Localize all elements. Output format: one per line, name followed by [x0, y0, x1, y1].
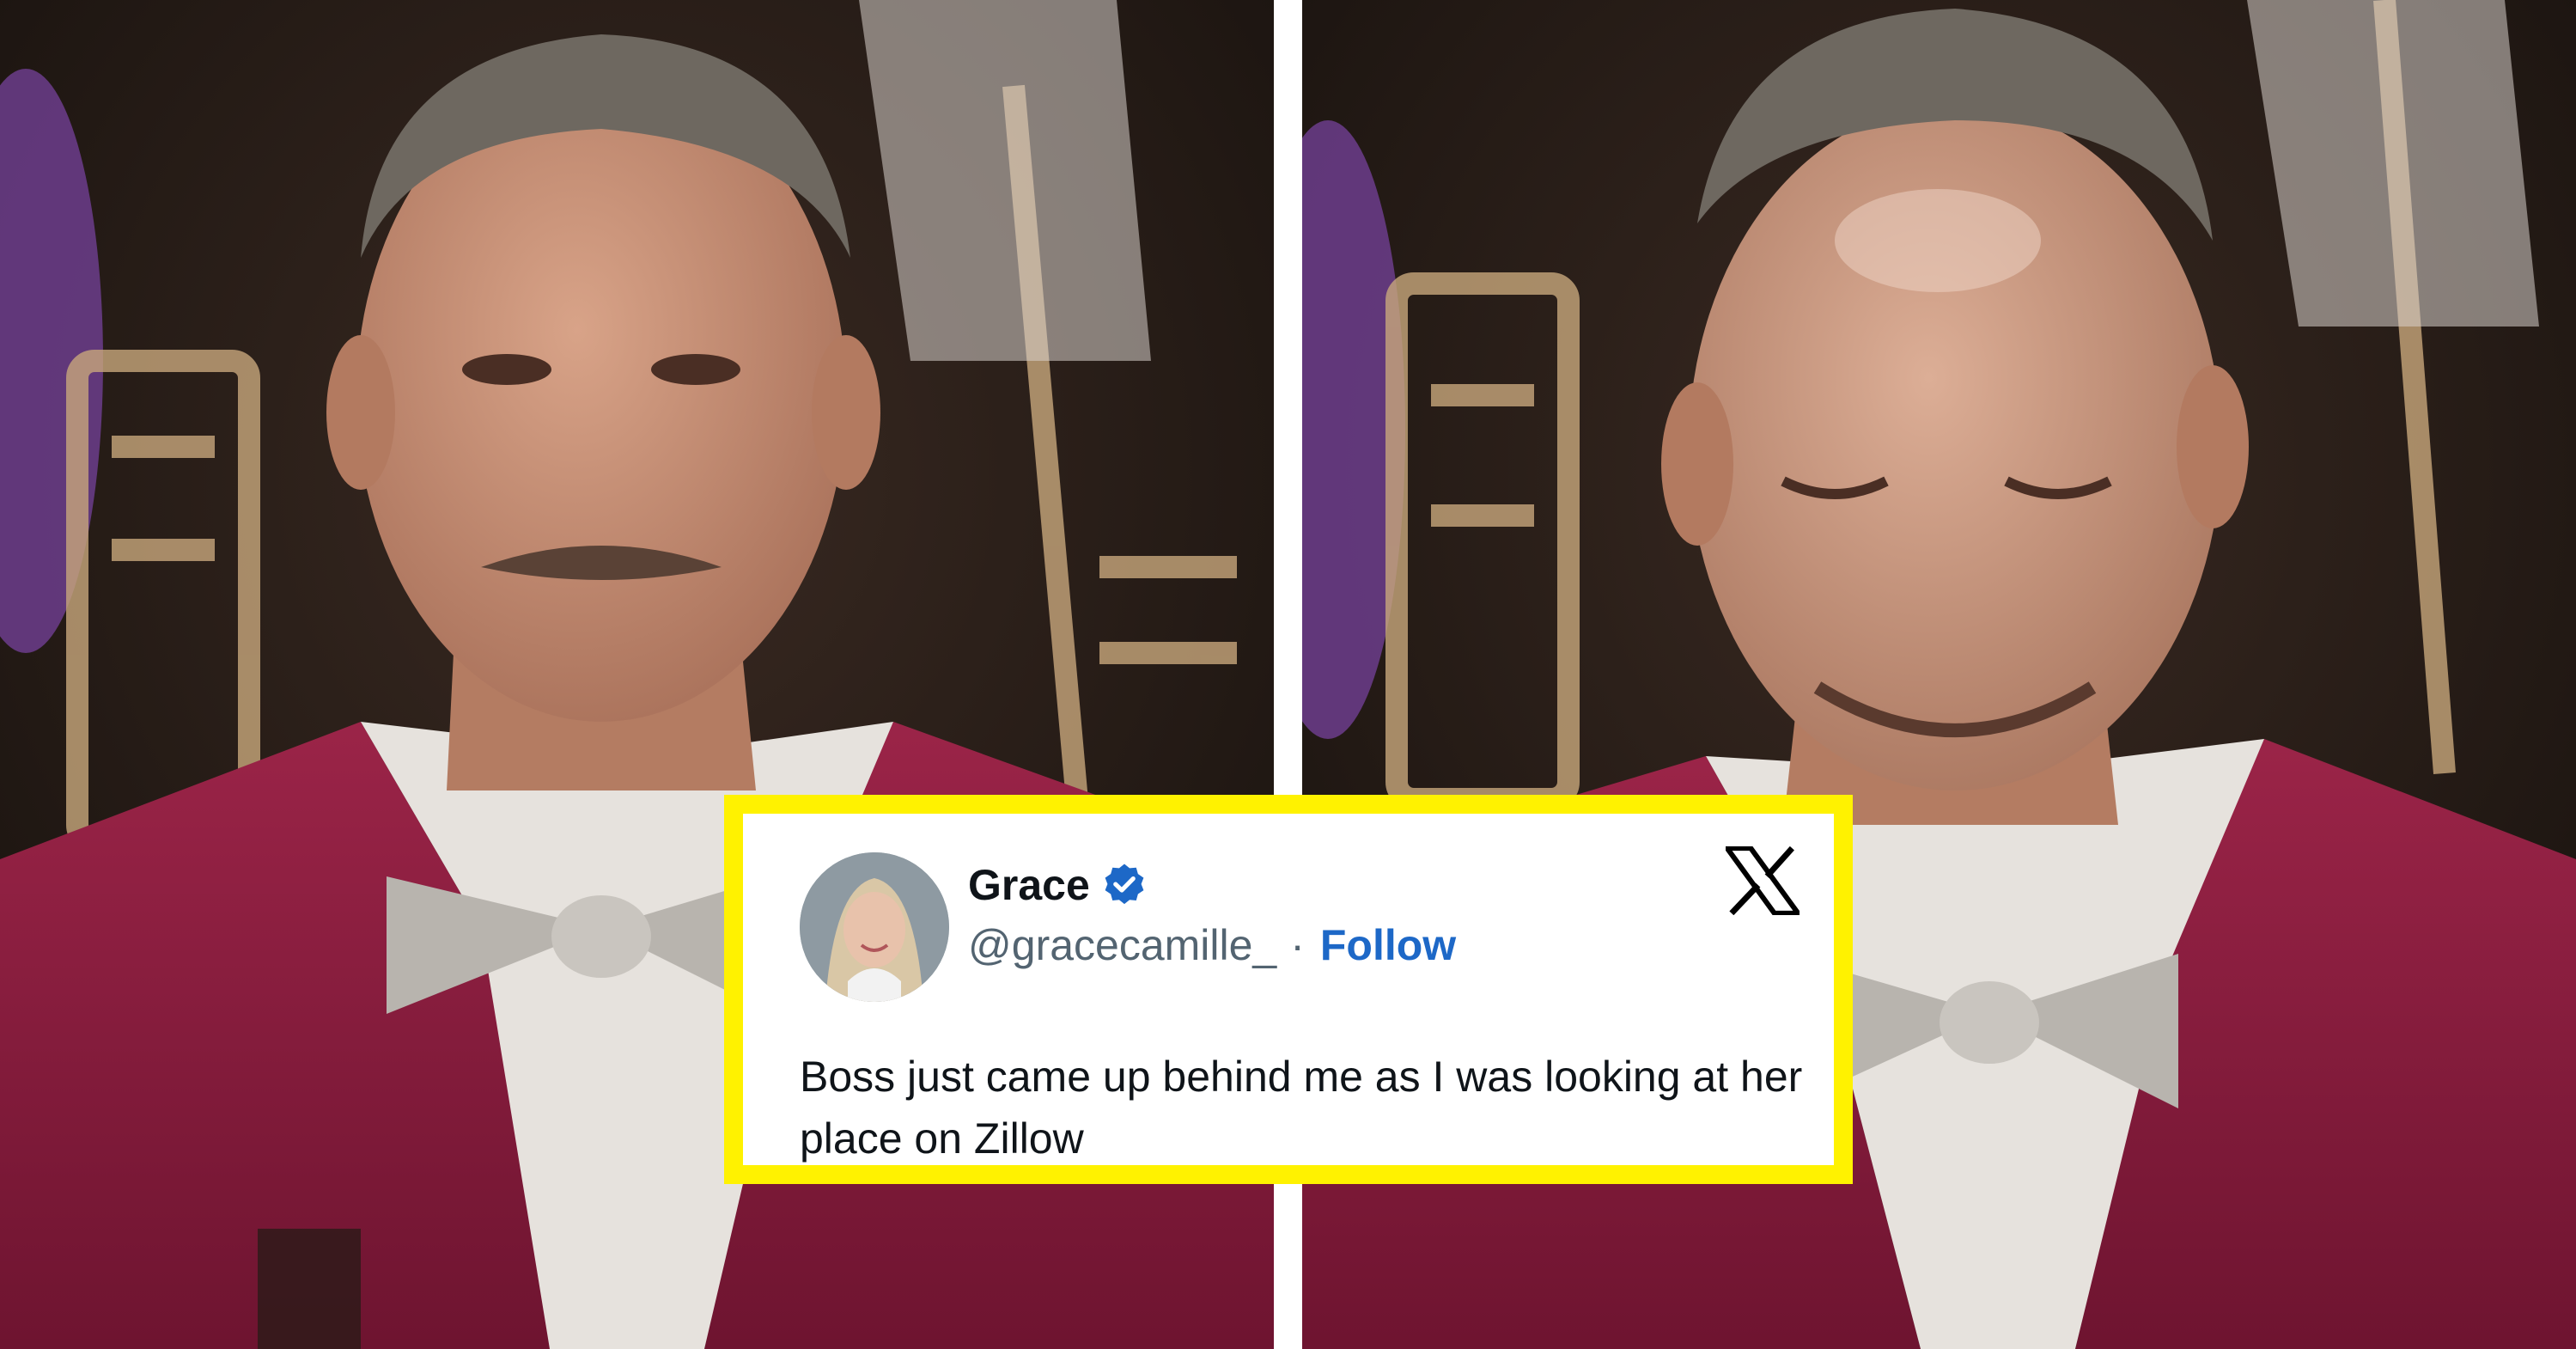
profile-photo: [800, 852, 949, 1002]
avatar[interactable]: [800, 852, 949, 1002]
x-logo-icon[interactable]: [1726, 846, 1800, 915]
verified-badge-icon: [1105, 864, 1144, 905]
user-handle[interactable]: @gracecamille_: [968, 924, 1276, 967]
meme-image: Grace @gracecamille_ · Follow Boss just …: [0, 0, 2576, 1349]
handle-row: @gracecamille_ · Follow: [968, 924, 1456, 967]
follow-button[interactable]: Follow: [1320, 924, 1456, 967]
name-row: Grace: [968, 861, 1148, 909]
display-name[interactable]: Grace: [968, 864, 1090, 906]
separator-dot: ·: [1290, 921, 1305, 969]
tweet-text: Boss just came up behind me as I was loo…: [800, 1053, 1803, 1163]
tweet-card[interactable]: Grace @gracecamille_ · Follow Boss just …: [724, 795, 1853, 1184]
